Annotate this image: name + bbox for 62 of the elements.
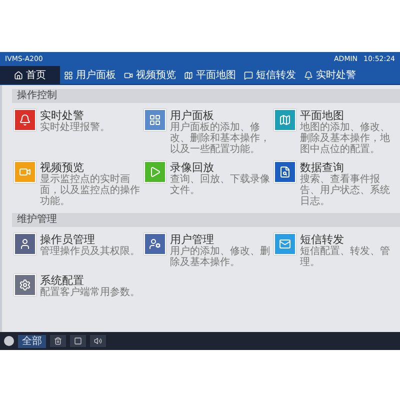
- module-title[interactable]: 录像回放: [170, 161, 274, 174]
- section-header: 维护管理: [12, 213, 400, 227]
- module-description: 搜索、查看事件报告、用户状态、系统日志。: [300, 174, 391, 207]
- tab[interactable]: 短信转发: [240, 66, 300, 84]
- user-settings-icon: [149, 238, 161, 250]
- bell-icon: [304, 70, 313, 80]
- module-title[interactable]: 数据查询: [300, 161, 394, 174]
- module-tile[interactable]: [14, 274, 36, 296]
- grid-icon: [64, 70, 73, 80]
- module-tile[interactable]: [274, 233, 296, 255]
- module-tile[interactable]: [144, 233, 166, 255]
- tab[interactable]: 用户面板: [60, 66, 120, 84]
- tab[interactable]: 视频预览: [120, 66, 180, 84]
- camera-icon: [19, 166, 31, 178]
- trash-icon: [54, 337, 62, 345]
- module-description: 用户的添加、修改、删除及基本操作。: [170, 246, 271, 268]
- module-title[interactable]: 用户管理: [170, 233, 274, 246]
- module-description: 管理操作员及其权限。: [40, 246, 140, 257]
- module-title[interactable]: 系统配置: [40, 274, 140, 287]
- module-description: 查询、回放、下载录像文件。: [170, 174, 271, 196]
- map-icon: [279, 114, 291, 126]
- tab[interactable]: 实时处警: [300, 66, 360, 84]
- tab[interactable]: 首页: [0, 66, 60, 84]
- module-title[interactable]: 实时处警: [40, 109, 110, 122]
- square-icon: [74, 337, 82, 345]
- module-description: 用户面板的添加、修改、删除和基本操作，以及一些配置功能。: [170, 122, 271, 155]
- module-description: 地图的添加、修改、删除及基本操作，地图中点位的配置。: [300, 122, 391, 155]
- delete-button[interactable]: [50, 335, 66, 347]
- speaker-icon: [94, 337, 102, 345]
- module-title[interactable]: 操作员管理: [40, 233, 140, 246]
- module-tile[interactable]: [144, 109, 166, 131]
- user-icon: [19, 238, 31, 250]
- avatar-icon: [4, 336, 14, 346]
- module-tile[interactable]: [14, 161, 36, 183]
- video-icon: [124, 70, 133, 80]
- tab[interactable]: 平面地图: [180, 66, 240, 84]
- module-tile[interactable]: [14, 233, 36, 255]
- module-title[interactable]: 平面地图: [300, 109, 394, 122]
- module-title[interactable]: 用户面板: [170, 109, 274, 122]
- stop-button[interactable]: [70, 335, 86, 347]
- section-header: 操作控制: [12, 89, 400, 103]
- mail-icon: [279, 238, 291, 250]
- module-description: 显示监控点的实时画面，以及监控点的操作功能。: [40, 174, 141, 207]
- settings-icon: [19, 279, 31, 291]
- home-icon: [14, 70, 23, 80]
- module-description: 配置客户端常用参数。: [40, 287, 140, 298]
- volume-button[interactable]: [90, 335, 106, 347]
- all-button[interactable]: 全部: [18, 334, 46, 348]
- map-icon: [184, 70, 193, 80]
- module-description: 短信配置、转发、管理。: [300, 246, 391, 268]
- module-tile[interactable]: [14, 109, 36, 131]
- bell-icon: [19, 114, 31, 126]
- message-icon: [244, 70, 253, 80]
- module-tile[interactable]: [144, 161, 166, 183]
- document-search-icon: [279, 166, 291, 178]
- module-tile[interactable]: [274, 161, 296, 183]
- module-tile[interactable]: [274, 109, 296, 131]
- module-description: 实时处理报警。: [40, 122, 110, 133]
- play-icon: [149, 166, 161, 178]
- module-title[interactable]: 视频预览: [40, 161, 144, 174]
- module-title[interactable]: 短信转发: [300, 233, 394, 246]
- grid-icon: [149, 114, 161, 126]
